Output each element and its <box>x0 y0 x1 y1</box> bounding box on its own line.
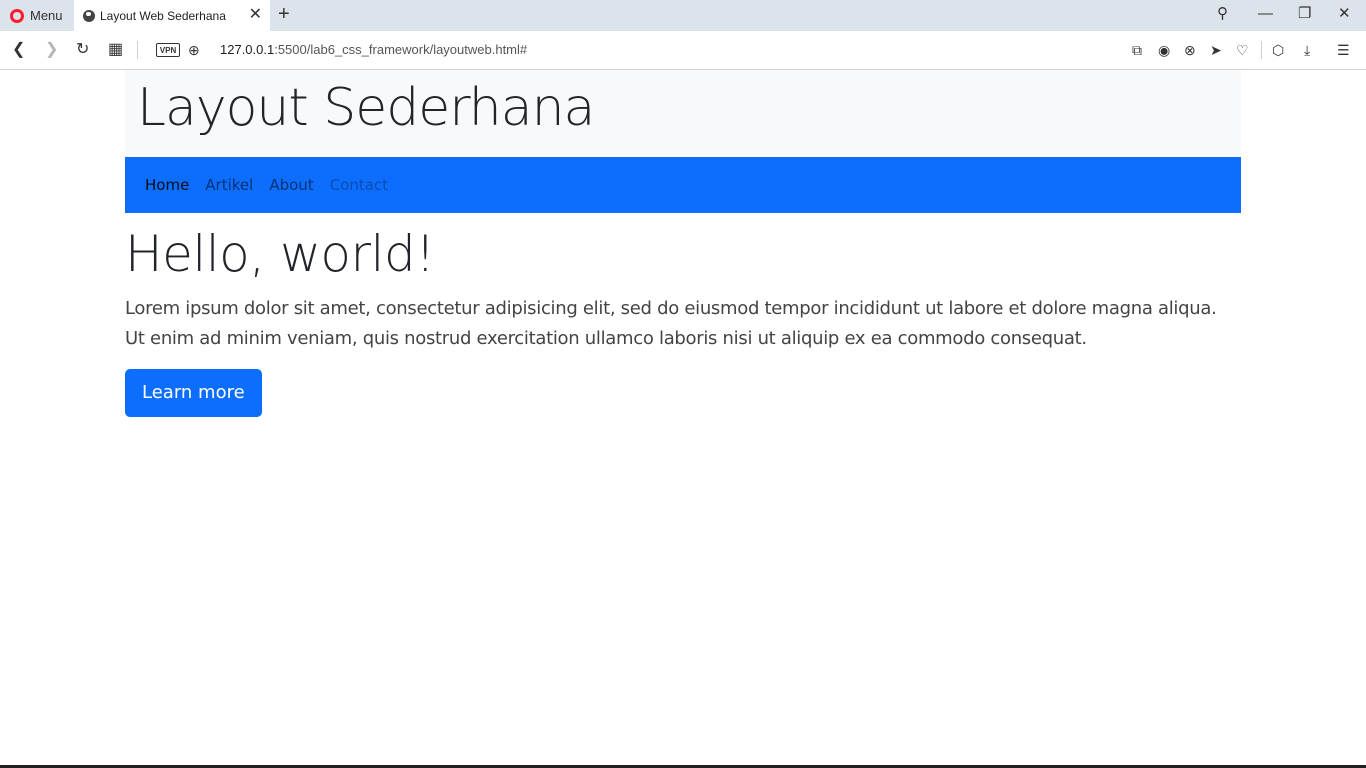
reload-icon[interactable]: ↻ <box>76 40 89 60</box>
tab-title: Layout Web Sederhana <box>100 8 226 23</box>
globe-icon <box>83 9 95 22</box>
nav-link-about[interactable]: About <box>261 176 321 194</box>
tab-grid-icon[interactable]: ▦ <box>108 40 123 60</box>
extensions-box-icon[interactable]: ⬡ <box>1272 41 1284 59</box>
url-field[interactable]: 127.0.0.1:5500/lab6_css_framework/layout… <box>220 42 527 57</box>
new-tab-button[interactable]: + <box>278 4 290 24</box>
window-close-icon[interactable]: ✕ <box>1338 5 1351 23</box>
download-icon[interactable]: ⤓ <box>1304 41 1310 59</box>
url-path: :5500/lab6_css_framework/layoutweb.html# <box>274 42 528 57</box>
main-navbar: Home Artikel About Contact <box>125 157 1241 213</box>
restore-icon[interactable]: ❐ <box>1298 5 1311 23</box>
site-title: Layout Sederhana <box>137 78 595 138</box>
site-info-globe-icon[interactable]: ⊕ <box>188 40 200 60</box>
opera-menu-button[interactable]: Menu <box>0 0 74 31</box>
back-icon[interactable]: ❮ <box>12 40 25 60</box>
hero-title: Hello, world! <box>125 225 435 283</box>
forward-icon[interactable]: ❯ <box>45 40 58 60</box>
nav-link-home[interactable]: Home <box>137 176 197 194</box>
nav-link-artikel[interactable]: Artikel <box>197 176 261 194</box>
send-icon[interactable]: ➤ <box>1210 41 1222 59</box>
easy-setup-icon[interactable]: ☰ <box>1337 41 1350 59</box>
nav-link-contact: Contact <box>329 176 389 194</box>
menu-label: Menu <box>30 8 63 23</box>
site-header: Layout Sederhana <box>125 70 1241 157</box>
browser-tab[interactable]: Layout Web Sederhana ✕ <box>74 0 270 31</box>
tab-close-icon[interactable]: ✕ <box>249 7 262 23</box>
url-host: 127.0.0.1 <box>220 42 275 57</box>
hero-section: Hello, world! Lorem ipsum dolor sit amet… <box>125 217 1241 417</box>
toolbar-divider <box>1261 41 1262 59</box>
ad-blocker-icon[interactable]: ⊗ <box>1184 41 1196 59</box>
page-container: Layout Sederhana Home Artikel About Cont… <box>125 70 1241 417</box>
address-bar: ❮ ❯ ↻ ▦ VPN ⊕ 127.0.0.1:5500/lab6_css_fr… <box>0 31 1366 70</box>
tab-bar: Menu Layout Web Sederhana ✕ + ⚲ — ❐ ✕ <box>0 0 1366 31</box>
vpn-badge[interactable]: VPN <box>156 43 180 57</box>
toolbar-divider <box>137 41 138 59</box>
hero-paragraph: Lorem ipsum dolor sit amet, consectetur … <box>125 298 1217 349</box>
snapshot-icon[interactable]: ⧉ <box>1132 41 1142 59</box>
learn-more-button[interactable]: Learn more <box>125 369 262 417</box>
camera-icon[interactable]: ◉ <box>1158 41 1170 59</box>
heart-icon[interactable]: ♡ <box>1236 41 1249 59</box>
search-tabs-icon[interactable]: ⚲ <box>1217 5 1228 23</box>
opera-logo-icon <box>10 8 24 23</box>
minimize-icon[interactable]: — <box>1258 5 1273 23</box>
